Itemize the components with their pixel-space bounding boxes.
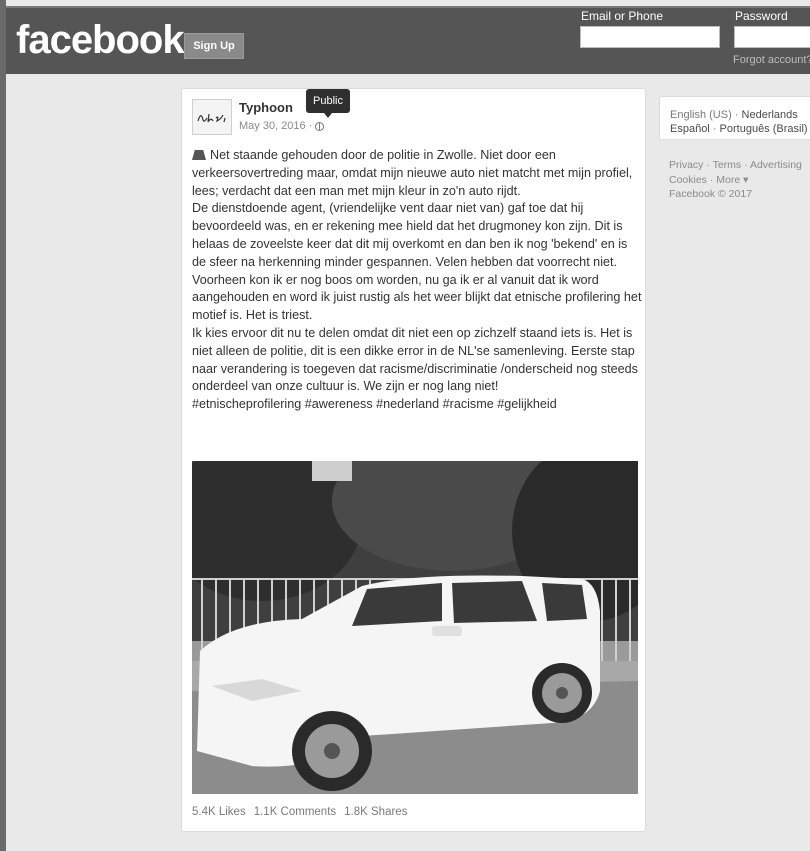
footer-row-1: Privacy · Terms · Advertising — [669, 159, 802, 171]
privacy-tooltip: Public — [306, 89, 350, 118]
post-paragraph: Voorheen kon ik er nog boos om worden, n… — [192, 272, 642, 323]
footer-row-2: Cookies · More ▾ — [669, 173, 749, 186]
language-portugues[interactable]: Português (Brasil) — [720, 123, 808, 135]
chevron-down-icon[interactable]: ▾ — [740, 174, 748, 186]
language-box: English (US) · Nederlands Español · Port… — [659, 96, 810, 140]
terms-link[interactable]: Terms — [713, 159, 742, 171]
post-paragraph: De dienstdoende agent, (vriendelijke ven… — [192, 201, 628, 269]
language-espanol[interactable]: Español — [670, 123, 710, 135]
privacy-link[interactable]: Privacy — [669, 159, 703, 171]
post-stats: 5.4K Likes 1.1K Comments 1.8K Shares — [192, 806, 407, 818]
post-text: Net staande gehouden door de politie in … — [192, 147, 642, 414]
post-paragraph: Ik kies ervoor dit nu te delen omdat dit… — [192, 325, 638, 394]
comments-count[interactable]: 1.1K Comments — [254, 806, 336, 818]
post-author[interactable]: Typhoon — [239, 100, 293, 115]
copyright: Facebook © 2017 — [669, 188, 753, 200]
email-label: Email or Phone — [581, 9, 664, 23]
post-hashtags[interactable]: #etnischeprofilering #awereness #nederla… — [192, 396, 642, 414]
more-link[interactable]: More — [716, 174, 740, 186]
top-navigation-bar: facebook Sign Up Email or Phone Password… — [6, 6, 810, 74]
language-row-2: Español · Português (Brasil) — [670, 123, 808, 135]
language-nederlands[interactable]: Nederlands — [742, 109, 798, 121]
window-border — [0, 0, 6, 851]
forgot-account-link[interactable]: Forgot account? — [733, 54, 810, 66]
globe-icon[interactable] — [315, 121, 325, 131]
language-current: English (US) — [670, 109, 732, 121]
advertising-link[interactable]: Advertising — [750, 159, 802, 171]
cookies-link[interactable]: Cookies — [669, 174, 707, 186]
signature-logo-icon — [197, 113, 226, 123]
post-card: Typhoon May 30, 2016 · Net staande gehou… — [181, 88, 646, 832]
password-label: Password — [735, 9, 788, 23]
post-paragraph: Net staande gehouden door de politie in … — [192, 148, 633, 198]
police-car-icon — [192, 150, 206, 160]
facebook-logo[interactable]: facebook — [16, 18, 185, 62]
footer-links: Privacy · Terms · Advertising Cookies · … — [669, 158, 802, 202]
password-field[interactable] — [734, 26, 810, 48]
car-photo-icon — [192, 461, 638, 794]
shares-count[interactable]: 1.8K Shares — [344, 806, 407, 818]
post-meta: May 30, 2016 · — [239, 120, 325, 132]
language-row-1: English (US) · Nederlands — [670, 109, 798, 121]
likes-count[interactable]: 5.4K Likes — [192, 806, 246, 818]
sign-up-button[interactable]: Sign Up — [184, 33, 244, 59]
top-border — [6, 6, 810, 8]
email-field[interactable] — [580, 26, 720, 48]
post-date[interactable]: May 30, 2016 · — [239, 120, 312, 132]
post-photo[interactable] — [192, 461, 638, 794]
avatar[interactable] — [192, 99, 232, 135]
